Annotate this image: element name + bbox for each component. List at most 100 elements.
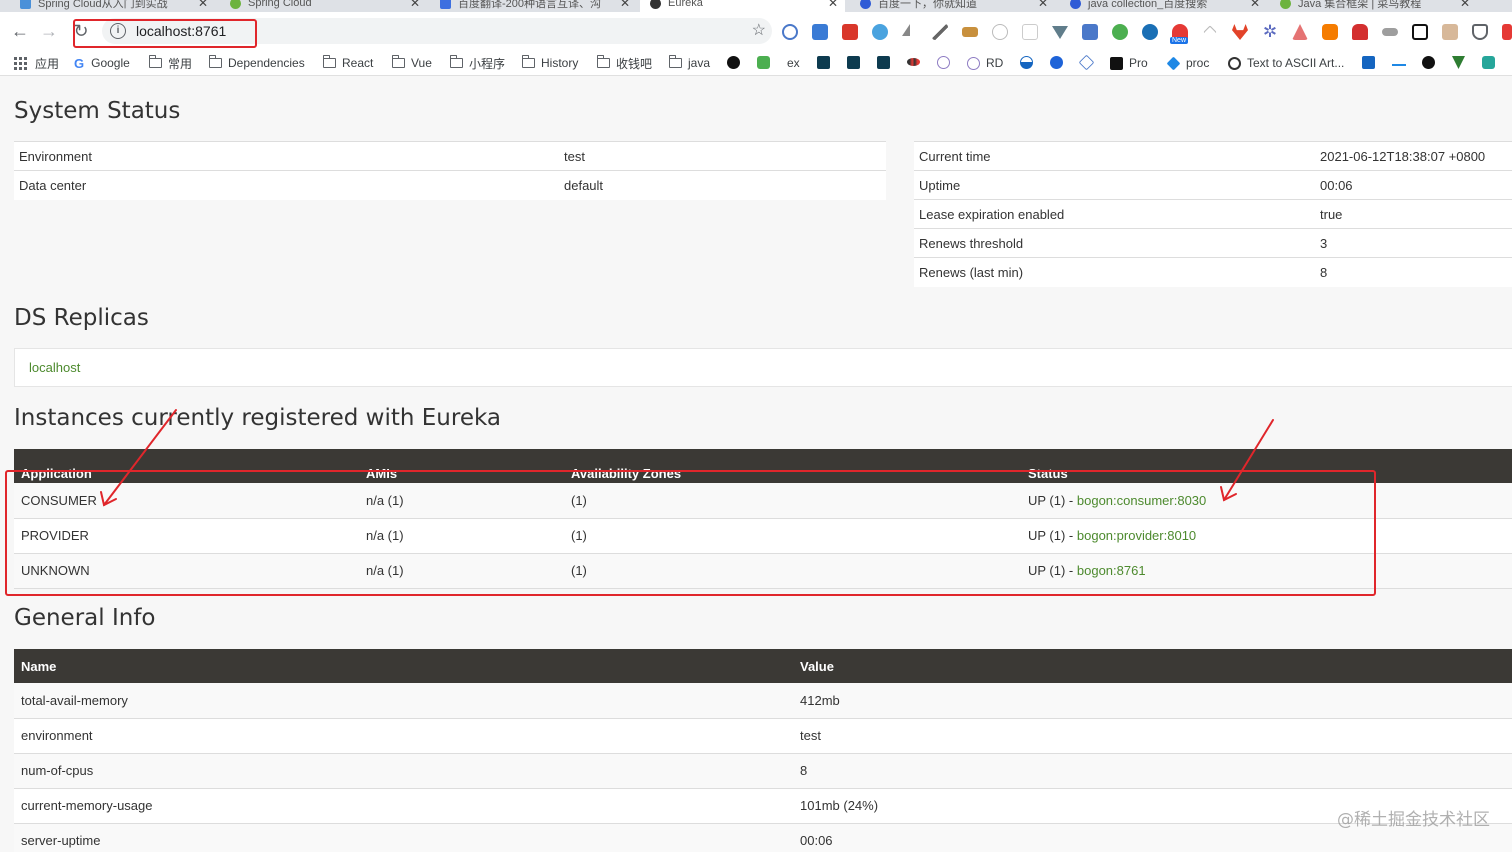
bookmark-google[interactable]: G Google — [74, 55, 130, 71]
close-tab-icon[interactable]: ✕ — [1250, 0, 1260, 10]
forward-icon[interactable]: → — [38, 20, 60, 42]
tab-6[interactable]: java collection_百度搜索 ✕ — [1070, 0, 1265, 12]
eyedropper-icon[interactable] — [932, 24, 948, 40]
bookmark-star-icon[interactable]: ☆ — [752, 20, 766, 40]
extension-icon[interactable] — [992, 24, 1008, 40]
bookmark-folder[interactable]: 收钱吧 — [596, 55, 652, 71]
extension-icon[interactable] — [1292, 24, 1308, 40]
status-prefix: UP (1) - — [1028, 492, 1077, 508]
site-icon[interactable] — [937, 56, 950, 69]
info-value: test — [793, 718, 1512, 754]
back-icon[interactable]: ← — [9, 20, 31, 42]
react-icon[interactable] — [877, 56, 890, 69]
bookmark-label: Dependencies — [228, 56, 305, 70]
google-icon: G — [74, 55, 85, 71]
site-icon[interactable] — [1392, 64, 1406, 66]
site-icon[interactable] — [1482, 56, 1495, 69]
extension-icon[interactable] — [1112, 24, 1128, 40]
table-row: Environment test — [14, 141, 886, 171]
close-tab-icon[interactable]: ✕ — [410, 0, 420, 10]
react-icon[interactable] — [817, 56, 830, 69]
bookmark-rd[interactable]: RD — [967, 55, 1003, 71]
translate-icon[interactable] — [1082, 24, 1098, 40]
table-row: Renews threshold 3 — [914, 228, 1512, 258]
extension-icon[interactable] — [812, 24, 828, 40]
site-icon[interactable] — [907, 58, 920, 66]
close-tab-icon[interactable]: ✕ — [1460, 0, 1470, 10]
bookmark-proc[interactable]: proc — [1166, 55, 1209, 71]
site-icon[interactable] — [1078, 54, 1095, 71]
address-bar[interactable]: i localhost:8761 ☆ — [102, 18, 772, 44]
bookmark-folder[interactable]: Dependencies — [208, 55, 305, 71]
extension-icon[interactable] — [1502, 24, 1512, 40]
site-info-icon[interactable]: i — [110, 23, 126, 39]
tab-3[interactable]: 百度翻译-200种语言互译、沟 ✕ — [440, 0, 635, 12]
bookmark-folder[interactable]: java — [668, 55, 710, 71]
bookmark-apps[interactable]: 应用 — [14, 55, 59, 71]
close-tab-icon[interactable]: ✕ — [1038, 0, 1048, 10]
pocket-icon[interactable] — [1472, 24, 1488, 40]
tab-4-active[interactable]: Eureka ✕ — [640, 0, 845, 12]
site-icon[interactable] — [1020, 56, 1033, 69]
site-icon[interactable] — [1452, 56, 1465, 69]
instance-link[interactable]: bogon:8761 — [1077, 563, 1146, 578]
instance-link[interactable]: bogon:provider:8010 — [1077, 528, 1196, 543]
bookmark-folder[interactable]: Vue — [391, 55, 432, 71]
replica-link[interactable]: localhost — [29, 360, 80, 375]
extension-star-icon[interactable]: ✲ — [1262, 23, 1278, 40]
extension-icon[interactable] — [1142, 24, 1158, 40]
browser-toolbar: ← → ↻ i localhost:8761 ☆ New ✲ — [0, 12, 1512, 50]
vue-devtools-icon[interactable] — [1052, 26, 1068, 39]
extension-icon[interactable] — [1203, 25, 1217, 39]
bookmark-pro[interactable]: Pro — [1110, 55, 1148, 71]
url-text[interactable]: localhost:8761 — [136, 23, 226, 39]
extension-icon[interactable] — [962, 27, 978, 37]
notion-icon[interactable] — [1412, 24, 1428, 40]
tab-favicon-icon — [440, 0, 451, 9]
tab-2[interactable]: Spring Cloud ✕ — [230, 0, 425, 12]
extension-icon[interactable] — [782, 24, 798, 40]
status-label: Renews threshold — [914, 228, 1315, 258]
bookmark-folder[interactable]: 小程序 — [449, 55, 506, 71]
apps-grid-icon — [14, 56, 27, 70]
extension-icon[interactable] — [842, 24, 858, 40]
tab-favicon-icon — [230, 0, 241, 9]
table-row: current-memory-usage 101mb (24%) — [14, 788, 1512, 824]
extension-icon[interactable] — [1022, 24, 1038, 40]
extension-icon[interactable] — [1442, 24, 1458, 40]
extension-icon[interactable] — [1382, 28, 1398, 36]
bookmark-folder[interactable]: 常用 — [148, 55, 192, 71]
cursor-extension-icon[interactable] — [902, 24, 910, 36]
reload-icon[interactable]: ↻ — [70, 20, 92, 42]
extension-icon[interactable] — [1352, 24, 1368, 40]
bookmark-ex[interactable]: ex — [787, 55, 800, 71]
tab-title: Eureka — [668, 0, 703, 9]
status-cell: UP (1) - bogon:consumer:8030 — [1021, 483, 1512, 519]
zones-cell: (1) — [564, 518, 1021, 554]
extension-icon[interactable] — [872, 24, 888, 40]
tab-7[interactable]: Java 集合框架 | 菜鸟教程 ✕ — [1280, 0, 1480, 12]
node-icon[interactable] — [757, 56, 770, 69]
bookmark-label: 小程序 — [469, 56, 506, 71]
close-tab-icon[interactable]: ✕ — [828, 0, 838, 10]
tab-5[interactable]: 百度一下，你就知道 ✕ — [860, 0, 1055, 12]
site-icon[interactable] — [1362, 56, 1375, 69]
instances-table: Application AMIs Availability Zones Stat… — [14, 449, 1512, 589]
site-icon[interactable] — [727, 56, 740, 69]
tab-favicon-icon — [20, 0, 31, 9]
site-icon[interactable] — [1422, 56, 1435, 69]
amis-cell: n/a (1) — [359, 483, 564, 519]
close-tab-icon[interactable]: ✕ — [620, 0, 630, 10]
bookmark-folder[interactable]: History — [521, 55, 578, 71]
bookmark-folder[interactable]: React — [322, 55, 373, 71]
bookmark-ascii-art[interactable]: Text to ASCII Art... — [1228, 55, 1344, 71]
gitlab-icon[interactable] — [1232, 24, 1248, 40]
extension-icon[interactable] — [1322, 24, 1338, 40]
site-icon[interactable] — [1050, 56, 1063, 69]
instance-link[interactable]: bogon:consumer:8030 — [1077, 493, 1206, 508]
close-tab-icon[interactable]: ✕ — [198, 0, 208, 10]
status-label: Renews (last min) — [914, 257, 1315, 287]
react-icon[interactable] — [847, 56, 860, 69]
status-cell: UP (1) - bogon:provider:8010 — [1021, 518, 1512, 554]
tab-1[interactable]: Spring Cloud从入门到实战 ✕ — [20, 0, 215, 12]
